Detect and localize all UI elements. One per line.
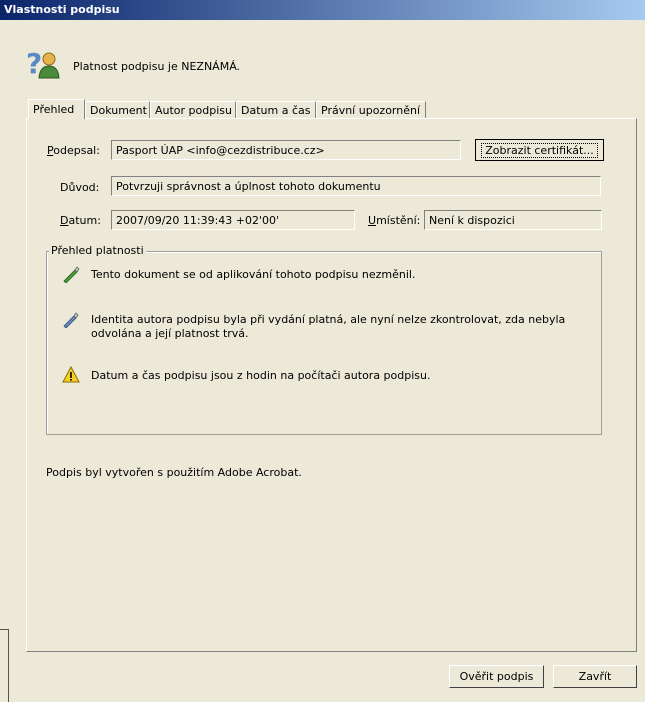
validity-item-3: Datum a čas podpisu jsou z hodin na počí… — [91, 369, 431, 382]
location-label: Umístění: — [368, 214, 421, 227]
show-certificate-button[interactable]: Zobrazit certifikát... — [475, 139, 604, 161]
tab-pravni-upozorneni[interactable]: Právní upozornění — [316, 101, 426, 118]
signature-properties-dialog: Vlastnosti podpisu ? Platnost podpisu je… — [0, 0, 645, 702]
created-with-note: Podpis byl vytvořen s použitím Adobe Acr… — [46, 466, 302, 479]
background-window-edge-vertical — [8, 629, 9, 702]
title-bar: Vlastnosti podpisu — [0, 0, 645, 20]
tab-datum-a-cas[interactable]: Datum a čas — [236, 101, 316, 118]
tab-dokument[interactable]: Dokument — [85, 101, 150, 118]
tab-autor-podpisu[interactable]: Autor podpisu — [150, 101, 236, 118]
reason-label: Důvod: — [60, 181, 100, 194]
reason-field: Potvrzuji správnost a úplnost tohoto dok… — [111, 176, 601, 196]
validity-item-1: Tento dokument se od aplikování tohoto p… — [91, 268, 416, 281]
date-label: Datum: — [60, 214, 101, 227]
validity-item-2: Identita autora podpisu byla při vydání … — [91, 313, 566, 340]
tab-prehled[interactable]: Přehled — [28, 99, 85, 119]
close-button[interactable]: Zavřít — [553, 665, 637, 688]
validity-group-title: Přehled platnosti — [49, 244, 146, 257]
show-certificate-label: Zobrazit certifikát... — [481, 143, 598, 158]
pen-question-icon — [63, 312, 79, 328]
location-field: Není k dispozici — [424, 210, 602, 230]
signed-by-field: Pasport ÚAP <info@cezdistribuce.cz> — [111, 140, 461, 160]
question-user-icon: ? — [26, 47, 60, 79]
window-title: Vlastnosti podpisu — [4, 3, 120, 16]
warning-icon — [62, 366, 80, 383]
signature-status-text: Platnost podpisu je NEZNÁMÁ. — [73, 60, 241, 73]
signed-by-label: Podepsal: — [47, 144, 100, 157]
verify-signature-button[interactable]: Ověřit podpis — [449, 665, 544, 688]
pen-check-icon — [63, 266, 80, 283]
date-field: 2007/09/20 11:39:43 +02'00' — [111, 210, 355, 230]
